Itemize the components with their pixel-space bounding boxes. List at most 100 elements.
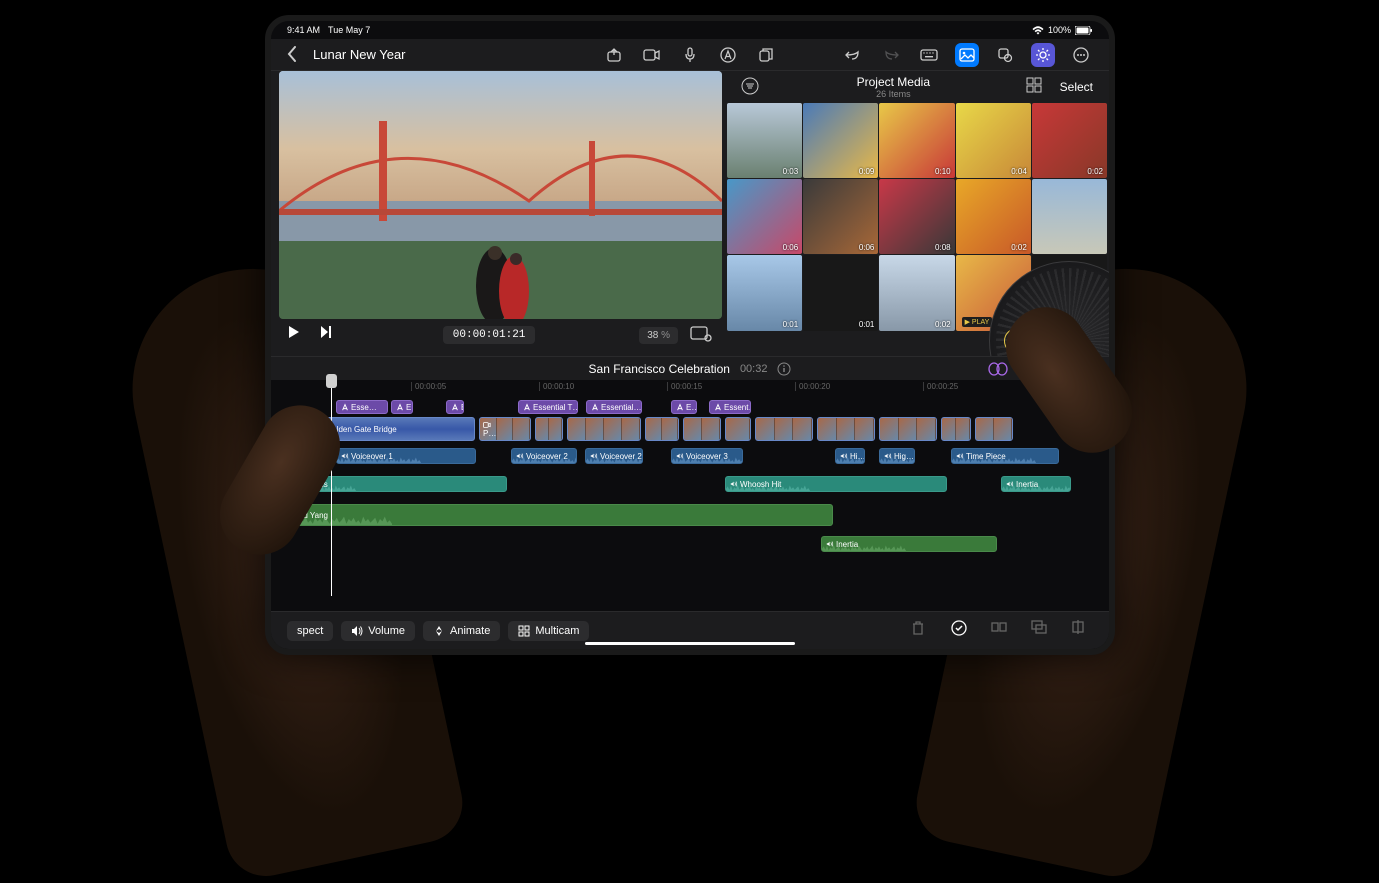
- media-thumbnail[interactable]: 0:06: [727, 179, 802, 254]
- timeline-clip[interactable]: Essential T…: [518, 400, 578, 414]
- timeline-clip[interactable]: [755, 417, 813, 441]
- timeline-title: San Francisco Celebration: [589, 362, 730, 376]
- animate-button[interactable]: Animate: [423, 621, 500, 641]
- titles-track[interactable]: Esse…E…E…Essential T…Essential…E…Essent…: [271, 400, 1109, 414]
- multicam-button[interactable]: Multicam: [508, 621, 589, 641]
- display-mode-icon[interactable]: [690, 326, 714, 344]
- import-icon[interactable]: [602, 43, 626, 67]
- more-icon[interactable]: [1069, 43, 1093, 67]
- timeline-clip[interactable]: [725, 417, 751, 441]
- media-thumbnail[interactable]: 0:06: [803, 179, 878, 254]
- mic-icon[interactable]: [678, 43, 702, 67]
- timeline-clip[interactable]: E…: [391, 400, 413, 414]
- volume-button[interactable]: Volume: [341, 621, 415, 641]
- timeline-clip[interactable]: Voiceover 1: [336, 448, 476, 464]
- viewer-frame: [279, 71, 722, 319]
- playhead[interactable]: [331, 380, 332, 596]
- timeline-clip[interactable]: Essential…: [586, 400, 642, 414]
- media-thumbnail[interactable]: 0:01: [803, 255, 878, 330]
- timeline-clip[interactable]: Voiceover 2: [511, 448, 577, 464]
- clip-label: Essential T…: [533, 403, 578, 412]
- keyboard-icon[interactable]: [917, 43, 941, 67]
- media-thumbnail[interactable]: 0:03: [727, 103, 802, 178]
- select-button[interactable]: Select: [1060, 80, 1093, 94]
- timeline-clip[interactable]: [817, 417, 875, 441]
- timeline-clip[interactable]: Whoosh Hit: [725, 476, 947, 492]
- media-thumbnail[interactable]: 0:02: [956, 179, 1031, 254]
- inspect-button[interactable]: spect: [287, 621, 333, 641]
- timecode-display[interactable]: 00:00:01:21: [443, 326, 536, 344]
- effects-icon[interactable]: [993, 43, 1017, 67]
- voiceover-track[interactable]: Voiceover 1 Voiceover 2 Voiceover 2 Voiceov…: [271, 448, 1109, 464]
- zoom-display[interactable]: 38 %: [639, 327, 678, 344]
- media-thumbnail[interactable]: 0:10: [879, 103, 954, 178]
- timeline-clip[interactable]: [645, 417, 679, 441]
- timeline-clip[interactable]: Esse…: [336, 400, 388, 414]
- thumb-duration: 0:06: [859, 243, 875, 252]
- media-thumbnail[interactable]: [1032, 179, 1107, 254]
- checkmark-icon[interactable]: [951, 620, 973, 642]
- timeline-clip[interactable]: P…: [479, 417, 531, 441]
- trash-icon[interactable]: [911, 620, 933, 642]
- timeline-clip[interactable]: in and Yang: [271, 504, 833, 526]
- timeline-clip[interactable]: [975, 417, 1013, 441]
- clip-label: E…: [686, 403, 697, 412]
- split-icon[interactable]: [991, 620, 1013, 642]
- clip-label: Hi…: [850, 452, 865, 461]
- media-thumbnail[interactable]: 0:04: [956, 103, 1031, 178]
- ruler-mark: 00:00:25: [923, 382, 958, 391]
- sfx-track-1[interactable]: Light WindsWhoosh HitInertia: [271, 476, 1109, 492]
- timeline-clip[interactable]: [879, 417, 937, 441]
- timeline-clip[interactable]: Inertia: [821, 536, 997, 552]
- clip-label: Voiceover 3: [686, 452, 728, 461]
- music-track[interactable]: in and Yang: [271, 504, 1109, 526]
- sfx-track-2[interactable]: Inertia: [271, 536, 1109, 552]
- library-icon[interactable]: [955, 43, 979, 67]
- media-thumbnail[interactable]: 0:02: [879, 255, 954, 330]
- timeline-clip[interactable]: [683, 417, 721, 441]
- timeline-clip[interactable]: [535, 417, 563, 441]
- sort-icon[interactable]: [741, 77, 761, 97]
- timeline-clip[interactable]: Voiceover 3: [671, 448, 743, 464]
- play-button[interactable]: [287, 325, 307, 345]
- timeline-ruler[interactable]: 00:00:0500:00:1000:00:1500:00:2000:00:25: [271, 380, 1109, 396]
- status-bar: 9:41 AM Tue May 7 100%: [271, 21, 1109, 39]
- info-icon[interactable]: [777, 362, 791, 376]
- timeline-header: San Francisco Celebration 00:32: [271, 356, 1109, 380]
- ai-icon[interactable]: [1031, 43, 1055, 67]
- home-indicator[interactable]: [585, 642, 795, 645]
- clip-label: Voiceover 2: [526, 452, 568, 461]
- timeline-clip[interactable]: Essent…: [709, 400, 751, 414]
- undo-icon[interactable]: [841, 43, 865, 67]
- back-button[interactable]: [287, 46, 305, 64]
- timeline-clip[interactable]: Hi…: [835, 448, 865, 464]
- multicam-angle-icon[interactable]: [987, 361, 1009, 377]
- thumb-duration: 0:01: [859, 320, 875, 329]
- timeline-clip[interactable]: Time Piece: [951, 448, 1059, 464]
- thumb-duration: 0:01: [783, 320, 799, 329]
- video-track[interactable]: Golden Gate BridgeP…: [271, 417, 1109, 441]
- media-thumbnail[interactable]: 0:09: [803, 103, 878, 178]
- grid-layout-icon[interactable]: [1026, 77, 1046, 97]
- media-thumbnail[interactable]: 0:08: [879, 179, 954, 254]
- timeline-tracks[interactable]: Esse…E…E…Essential T…Essential…E…Essent……: [271, 396, 1109, 611]
- text-icon[interactable]: [716, 43, 740, 67]
- copy-icon[interactable]: [754, 43, 778, 67]
- timeline-clip[interactable]: E…: [671, 400, 697, 414]
- trim-icon[interactable]: [1071, 620, 1093, 642]
- timeline-clip[interactable]: Voiceover 2: [585, 448, 643, 464]
- next-frame-button[interactable]: [319, 325, 339, 345]
- timeline-clip[interactable]: Inertia: [1001, 476, 1071, 492]
- timeline-clip[interactable]: [567, 417, 641, 441]
- media-thumbnail[interactable]: 0:02: [1032, 103, 1107, 178]
- detach-icon[interactable]: [1031, 620, 1053, 642]
- thumb-duration: 0:04: [1011, 167, 1027, 176]
- timeline-clip[interactable]: Hig…: [879, 448, 915, 464]
- redo-icon[interactable]: [879, 43, 903, 67]
- media-thumbnail[interactable]: 0:01: [727, 255, 802, 330]
- timeline-clip[interactable]: [941, 417, 971, 441]
- clip-label: Whoosh Hit: [740, 480, 781, 489]
- camera-icon[interactable]: [640, 43, 664, 67]
- timeline-clip[interactable]: E…: [446, 400, 464, 414]
- wifi-icon: [1032, 26, 1044, 35]
